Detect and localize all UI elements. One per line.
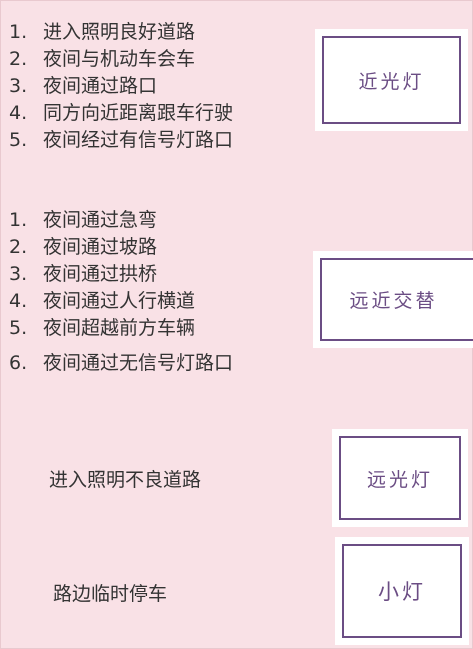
item-number: 3. [9, 75, 28, 97]
list-item: 3. 夜间通过拱桥 [9, 261, 233, 288]
item-text: 夜间经过有信号灯路口 [43, 129, 234, 151]
item-text: 夜间通过人行横道 [43, 290, 196, 312]
parking-light-card: 小灯 [335, 537, 469, 645]
list-item: 4. 同方向近距离跟车行驶 [9, 100, 233, 127]
parking-light-label: 小灯 [378, 580, 426, 604]
item-text: 夜间通过无信号灯路口 [43, 352, 234, 374]
item-number: 2. [9, 236, 28, 258]
roadside-stop-text: 路边临时停车 [53, 583, 168, 605]
light-usage-page: 1. 进入照明良好道路 2. 夜间与机动车会车 3. 夜间通过路口 4. 同方向近距离跟… [0, 0, 473, 649]
list-item: 5. 夜间经过有信号灯路口 [9, 127, 233, 154]
poorly-lit-road-text: 进入照明不良道路 [49, 469, 202, 491]
list-item: 2. 夜间与机动车会车 [9, 46, 233, 73]
list-item: 1. 进入照明良好道路 [9, 19, 233, 46]
item-number: 5. [9, 129, 28, 151]
low-beam-label: 近光灯 [358, 70, 425, 93]
item-text: 夜间与机动车会车 [43, 48, 196, 70]
item-number: 4. [9, 102, 28, 124]
alternating-beam-label: 远近交替 [349, 290, 438, 312]
item-number: 2. [9, 48, 28, 70]
alternating-beam-situation-list: 1. 夜间通过急弯 2. 夜间通过坡路 3. 夜间通过拱桥 4. 夜间通过人行横道 5.… [9, 207, 233, 377]
list-item: 1. 夜间通过急弯 [9, 207, 233, 234]
item-number: 5. [9, 317, 28, 339]
list-item: 2. 夜间通过坡路 [9, 234, 233, 261]
high-beam-card: 远光灯 [332, 429, 468, 527]
item-text: 夜间通过急弯 [43, 209, 158, 231]
item-number: 3. [9, 263, 28, 285]
list-item: 5. 夜间超越前方车辆 [9, 315, 233, 342]
list-item: 3. 夜间通过路口 [9, 73, 233, 100]
item-text: 进入照明良好道路 [43, 21, 196, 43]
item-text: 夜间通过坡路 [43, 236, 158, 258]
high-beam-label: 远光灯 [366, 468, 433, 491]
item-number: 6. [9, 352, 28, 374]
alternating-beam-card: 远近交替 [313, 251, 473, 348]
item-number: 1. [9, 209, 28, 231]
item-text: 同方向近距离跟车行驶 [43, 102, 234, 124]
item-number: 4. [9, 290, 28, 312]
list-item: 6. 夜间通过无信号灯路口 [9, 350, 233, 377]
low-beam-card: 近光灯 [315, 29, 468, 131]
item-text: 夜间通过路口 [43, 75, 158, 97]
item-text: 夜间超越前方车辆 [43, 317, 196, 339]
low-beam-situation-list: 1. 进入照明良好道路 2. 夜间与机动车会车 3. 夜间通过路口 4. 同方向近距离跟… [9, 19, 233, 154]
item-text: 夜间通过拱桥 [43, 263, 158, 285]
item-number: 1. [9, 21, 28, 43]
list-item: 4. 夜间通过人行横道 [9, 288, 233, 315]
